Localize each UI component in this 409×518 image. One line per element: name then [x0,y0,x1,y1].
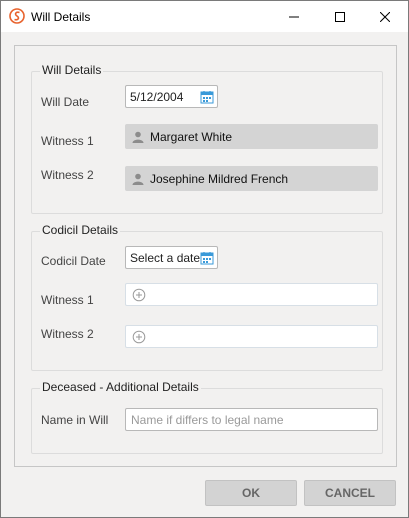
name-in-will-placeholder: Name if differs to legal name [131,412,284,427]
codicil-date-picker[interactable]: Select a date [125,246,218,269]
codicil-witness2-field[interactable] [125,325,378,348]
minimize-button[interactable] [271,1,317,32]
will-date-label: Will Date [41,95,90,109]
will-details-title: Will Details [40,63,104,77]
codicil-witness1-field[interactable] [125,283,378,306]
codicil-details-group: Codicil Details Codicil Date Select a da… [31,223,383,371]
content-panel: Will Details Will Date 5/12/2004 Witness… [14,45,397,467]
calendar-icon[interactable] [200,251,214,265]
codicil-witness2-label: Witness 2 [41,327,94,341]
witness1-field[interactable]: Margaret White [125,124,378,149]
will-date-value: 5/12/2004 [130,89,184,104]
codicil-witness1-label: Witness 1 [41,293,94,307]
window-title: Will Details [31,10,91,24]
calendar-icon[interactable] [200,90,214,104]
will-details-group: Will Details Will Date 5/12/2004 Witness… [31,63,383,214]
minimize-icon [289,16,299,17]
deceased-details-title: Deceased - Additional Details [40,380,201,394]
witness2-field[interactable]: Josephine Mildred French [125,166,378,191]
app-logo-icon [9,8,25,24]
witness1-name: Margaret White [150,129,233,144]
codicil-details-title: Codicil Details [40,223,121,237]
maximize-icon [335,11,345,22]
plus-circle-icon[interactable] [132,288,146,302]
codicil-date-placeholder: Select a date [130,250,201,265]
close-icon [380,11,390,22]
cancel-button[interactable]: CANCEL [304,480,396,506]
will-details-dialog: Will Details Will Details Will Date 5/12… [0,0,409,518]
witness1-label: Witness 1 [41,134,94,148]
witness2-name: Josephine Mildred French [150,171,289,186]
ok-button[interactable]: OK [205,480,297,506]
deceased-details-group: Deceased - Additional Details Name in Wi… [31,380,383,454]
witness2-label: Witness 2 [41,168,94,182]
title-bar: Will Details [1,1,408,32]
person-icon [132,173,144,185]
close-button[interactable] [362,1,408,32]
will-date-picker[interactable]: 5/12/2004 [125,85,218,108]
name-in-will-input[interactable]: Name if differs to legal name [125,408,378,431]
name-in-will-label: Name in Will [41,413,109,427]
plus-circle-icon[interactable] [132,330,146,344]
codicil-date-label: Codicil Date [41,254,106,268]
maximize-button[interactable] [317,1,363,32]
person-icon [132,131,144,143]
